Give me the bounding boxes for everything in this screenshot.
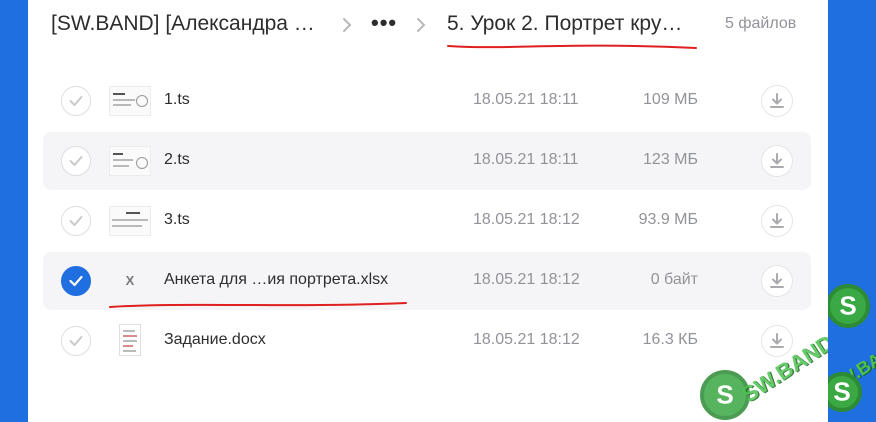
check-icon — [69, 156, 83, 166]
download-icon — [770, 273, 784, 288]
file-name[interactable]: Задание.docx — [164, 331, 266, 349]
download-icon — [770, 213, 784, 228]
breadcrumb-current-folder: 5. Урок 2. Портрет крупным планом — [447, 12, 687, 35]
file-name[interactable]: Анкета для …ия портрета.xlsx — [164, 271, 388, 289]
chevron-right-icon — [417, 18, 426, 32]
file-row[interactable]: Задание.docx 18.05.21 18:12 16.3 КБ — [43, 312, 811, 370]
download-button[interactable] — [761, 265, 793, 297]
watermark-logo: S — [828, 284, 870, 328]
breadcrumb: [SW.BAND] [Александра Никифорова] Основы… — [28, 0, 828, 56]
download-button[interactable] — [761, 85, 793, 117]
select-checkbox[interactable] — [61, 86, 91, 116]
file-name[interactable]: 3.ts — [164, 211, 190, 229]
file-browser-panel: [SW.BAND] [Александра Никифорова] Основы… — [28, 0, 838, 422]
select-checkbox[interactable] — [61, 146, 91, 176]
file-size: 16.3 КБ — [642, 331, 698, 348]
annotation-underline — [447, 44, 697, 49]
file-count: 5 файлов — [725, 15, 797, 32]
watermark-logo: S — [828, 372, 862, 412]
background-left — [0, 0, 28, 422]
file-row[interactable]: 3.ts 18.05.21 18:12 93.9 МБ — [43, 192, 811, 250]
download-button[interactable] — [761, 205, 793, 237]
chevron-right-icon — [343, 18, 352, 32]
select-checkbox[interactable] — [61, 206, 91, 236]
download-icon — [770, 333, 784, 348]
video-thumbnail — [109, 146, 151, 176]
download-button[interactable] — [761, 145, 793, 177]
file-row[interactable]: 1.ts 18.05.21 18:11 109 МБ — [43, 72, 811, 130]
video-thumbnail — [109, 206, 151, 236]
video-thumbnail — [109, 86, 151, 116]
spreadsheet-file-icon: X — [125, 273, 135, 288]
check-icon — [69, 336, 83, 346]
background-right: S SW.BAND S — [828, 0, 876, 422]
download-icon — [770, 93, 784, 108]
check-icon — [69, 96, 83, 106]
breadcrumb-more-button[interactable]: ••• — [371, 12, 397, 34]
file-row[interactable]: 2.ts 18.05.21 18:11 123 МБ — [43, 132, 811, 190]
annotation-underline — [109, 302, 407, 308]
file-name[interactable]: 2.ts — [164, 151, 190, 169]
file-size: 93.9 МБ — [638, 211, 698, 228]
file-size: 123 МБ — [643, 151, 698, 168]
check-icon — [69, 216, 83, 226]
select-checkbox[interactable] — [61, 326, 91, 356]
file-size: 109 МБ — [643, 91, 698, 108]
file-size: 0 байт — [650, 271, 698, 288]
document-file-icon — [119, 324, 141, 356]
download-icon — [770, 153, 784, 168]
breadcrumb-root-folder[interactable]: [SW.BAND] [Александра Никифорова] Основы… — [51, 12, 326, 36]
check-icon — [69, 275, 83, 287]
select-checkbox-checked[interactable] — [61, 266, 91, 296]
file-name[interactable]: 1.ts — [164, 91, 190, 109]
